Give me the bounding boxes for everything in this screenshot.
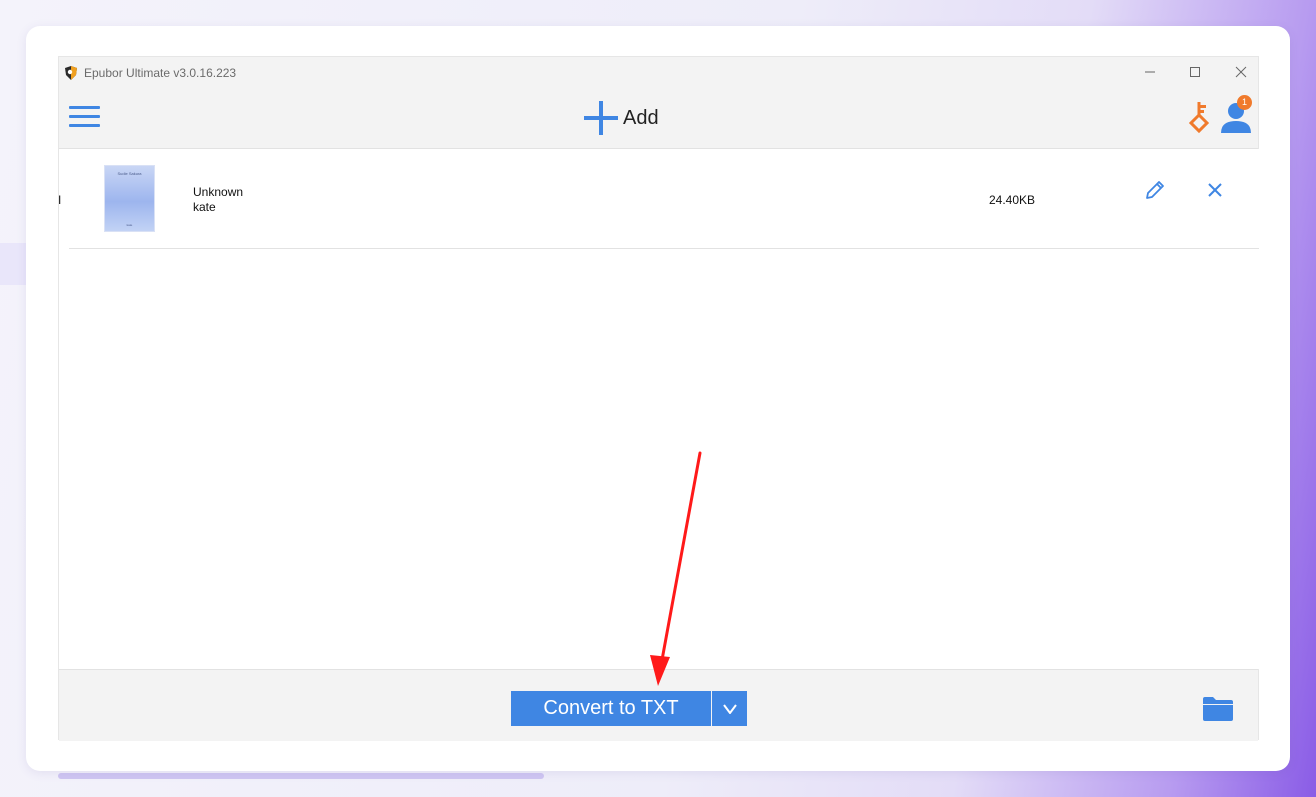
- book-title: Unknown: [193, 185, 244, 199]
- background-scroll-indicator: [58, 773, 544, 779]
- clipped-text-fragment: I: [58, 193, 62, 207]
- window-close-button[interactable]: [1226, 61, 1256, 83]
- hamburger-menu-icon[interactable]: [69, 104, 101, 130]
- cover-author: kate: [126, 223, 133, 227]
- book-row[interactable]: Sudie Sakura kate Unknown kate 24.40KB: [69, 149, 1259, 249]
- chevron-down-icon: [722, 703, 737, 714]
- add-label: Add: [623, 106, 659, 129]
- title-bar: Epubor Ultimate v3.0.16.223: [59, 57, 1258, 88]
- app-window: Epubor Ultimate v3.0.16.223 Add 1 Sudie …: [58, 56, 1259, 741]
- key-icon[interactable]: [1187, 100, 1211, 134]
- folder-icon[interactable]: [1202, 696, 1234, 722]
- maximize-icon: [1190, 67, 1200, 77]
- toolbar: Add 1: [59, 88, 1258, 149]
- plus-icon: [584, 101, 618, 135]
- minimize-button[interactable]: [1135, 61, 1165, 83]
- format-dropdown-button[interactable]: [712, 691, 747, 726]
- window-title: Epubor Ultimate v3.0.16.223: [84, 66, 237, 80]
- bottom-bar: Convert to TXT: [59, 669, 1258, 741]
- window-close-icon: [1235, 66, 1247, 78]
- notification-badge: 1: [1237, 95, 1252, 110]
- minimize-icon: [1145, 71, 1155, 73]
- convert-button[interactable]: Convert to TXT: [511, 691, 711, 726]
- book-author: kate: [193, 200, 216, 214]
- add-button[interactable]: Add: [583, 99, 659, 137]
- book-cover: Sudie Sakura kate: [104, 165, 155, 232]
- cover-title: Sudie Sakura: [117, 171, 142, 176]
- pencil-icon[interactable]: [1144, 179, 1166, 201]
- book-size: 24.40KB: [989, 193, 1036, 207]
- maximize-button[interactable]: [1180, 61, 1210, 83]
- close-icon[interactable]: [1206, 181, 1224, 199]
- epubor-logo-icon: [65, 66, 77, 80]
- book-list: Sudie Sakura kate Unknown kate 24.40KB: [69, 149, 1259, 669]
